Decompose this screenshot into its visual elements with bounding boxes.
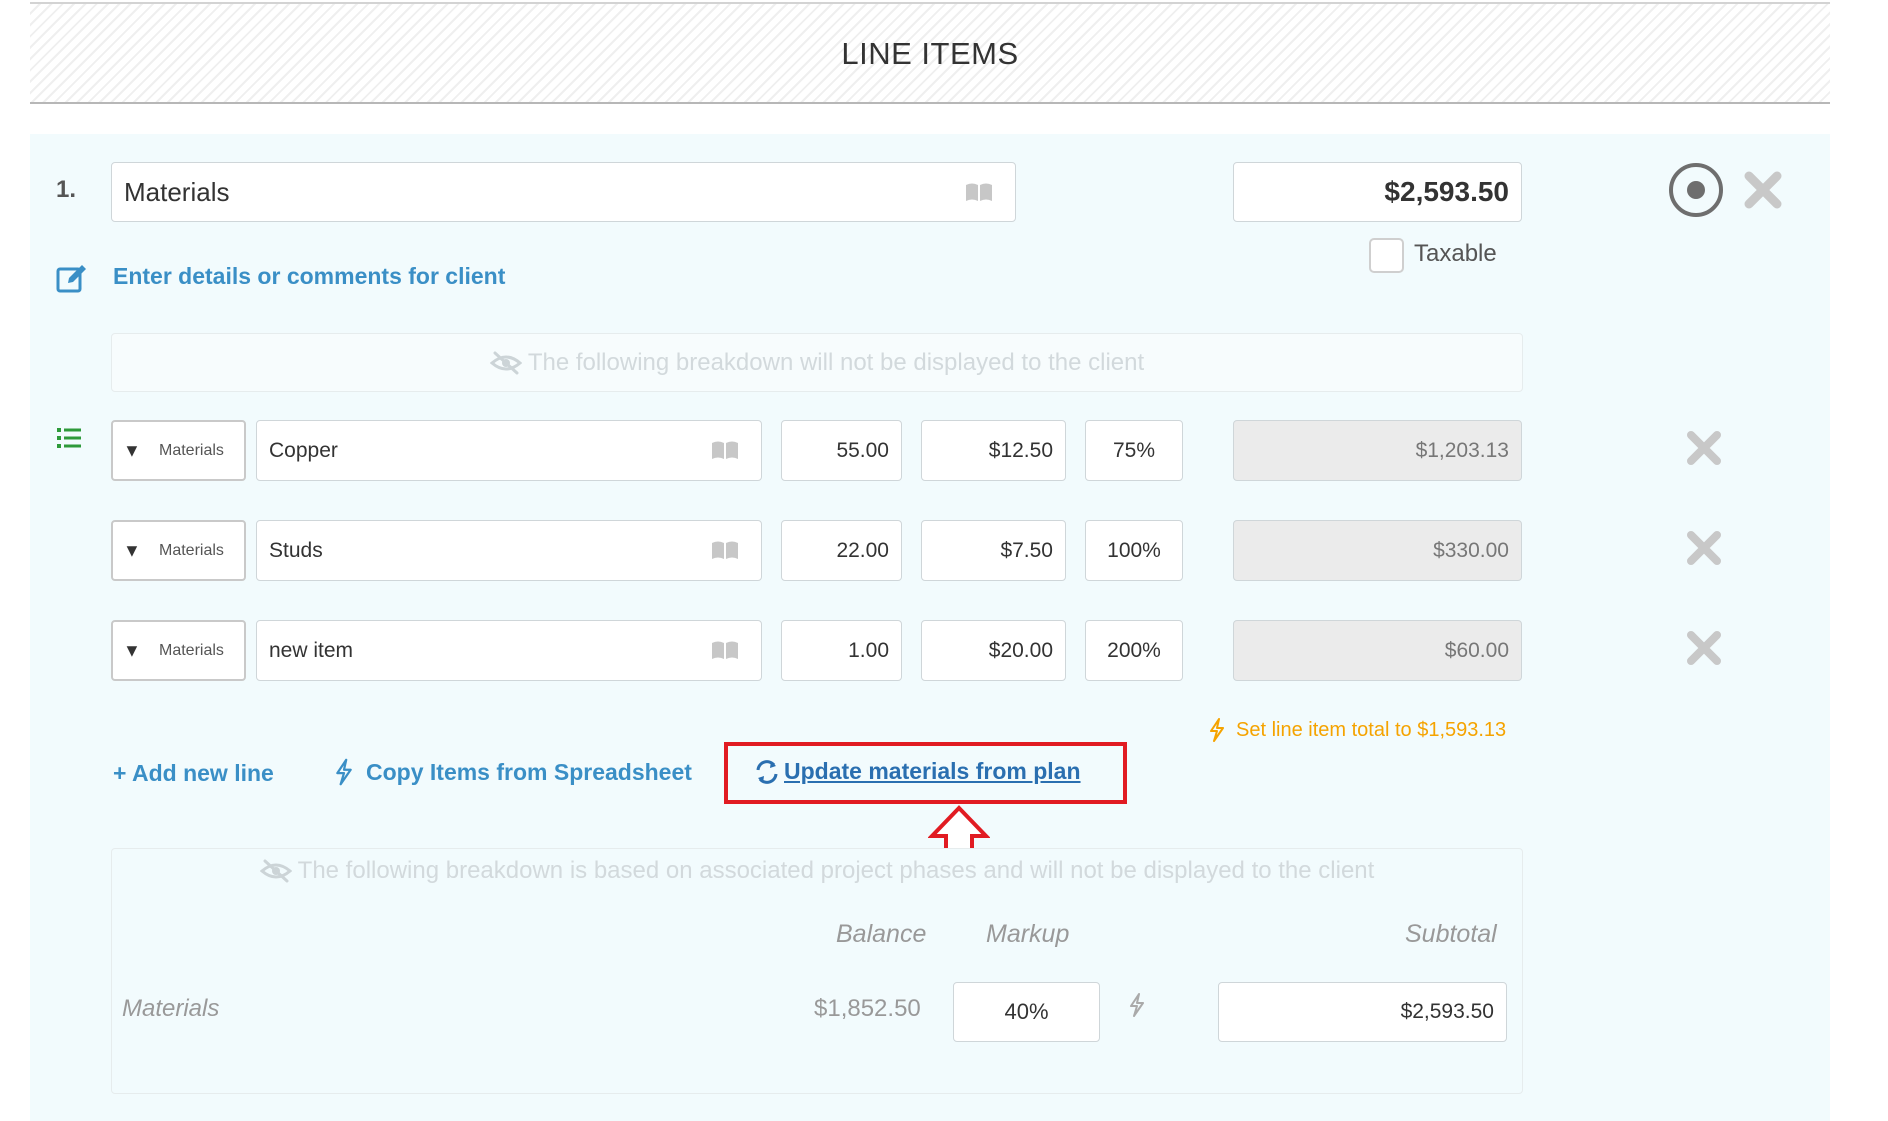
delete-line-item-icon[interactable] — [1743, 170, 1783, 210]
copy-items-link[interactable]: Copy Items from Spreadsheet — [334, 758, 692, 786]
update-materials-link[interactable]: Update materials from plan — [754, 758, 1081, 785]
unit-price-value: $20.00 — [988, 638, 1053, 662]
phase-markup-value: 40% — [1004, 999, 1049, 1024]
line-item-name-input[interactable]: Materials — [111, 162, 1016, 222]
delete-row-icon[interactable] — [1686, 630, 1722, 666]
markup-header: Markup — [986, 920, 1070, 948]
eye-slash-icon — [259, 859, 292, 883]
markup-input[interactable]: 200% — [1085, 620, 1183, 681]
section-header: LINE ITEMS — [30, 2, 1830, 104]
unit-price-input[interactable]: $7.50 — [921, 520, 1066, 581]
set-total-text: Set line item total to $1,593.13 — [1236, 718, 1507, 741]
line-item-total-value: $2,593.50 — [1384, 176, 1509, 207]
caret-down-icon: ▼ — [123, 540, 141, 560]
row-total-value: $330.00 — [1433, 538, 1509, 562]
delete-row-icon[interactable] — [1686, 430, 1722, 466]
row-total-field: $330.00 — [1233, 520, 1522, 581]
phase-markup-input[interactable]: 40% — [953, 982, 1100, 1042]
target-icon[interactable] — [1668, 162, 1724, 218]
bolt-icon — [1210, 718, 1224, 742]
section-title: LINE ITEMS — [841, 36, 1019, 71]
category-select[interactable]: ▼ Materials — [111, 520, 246, 581]
unit-price-value: $12.50 — [988, 438, 1053, 462]
caret-down-icon: ▼ — [123, 640, 141, 660]
caret-down-icon: ▼ — [123, 440, 141, 460]
unit-price-value: $7.50 — [1000, 538, 1053, 562]
list-icon — [57, 428, 81, 448]
breakdown-notice-text: The following breakdown will not be disp… — [527, 348, 1145, 376]
category-select[interactable]: ▼ Materials — [111, 620, 246, 681]
taxable-label: Taxable — [1414, 240, 1497, 267]
copy-items-text: Copy Items from Spreadsheet — [366, 758, 692, 785]
item-name-value: new item — [269, 638, 354, 662]
bolt-icon — [336, 758, 352, 786]
item-name-value: Studs — [269, 538, 323, 562]
markup-value: 200% — [1107, 638, 1161, 662]
item-name-value: Copper — [269, 438, 338, 462]
row-total-field: $60.00 — [1233, 620, 1522, 681]
bolt-icon[interactable] — [1128, 992, 1146, 1018]
quantity-value: 22.00 — [836, 538, 889, 562]
add-new-line-link[interactable]: + Add new line — [113, 760, 274, 787]
update-materials-text: Update materials from plan — [784, 758, 1081, 784]
markup-value: 75% — [1112, 438, 1156, 462]
row-total-field: $1,203.13 — [1233, 420, 1522, 481]
line-item-name-value: Materials — [124, 176, 230, 207]
taxable-checkbox[interactable] — [1369, 238, 1404, 273]
phase-notice: The following breakdown is based on asso… — [111, 857, 1523, 885]
phase-row-label: Materials — [122, 995, 220, 1022]
quantity-input[interactable]: 55.00 — [781, 420, 902, 481]
quantity-value: 55.00 — [836, 438, 889, 462]
row-total-value: $1,203.13 — [1415, 438, 1509, 462]
book-icon[interactable] — [965, 182, 993, 202]
phase-subtotal-field[interactable]: $2,593.50 — [1218, 982, 1507, 1042]
quantity-input[interactable]: 1.00 — [781, 620, 902, 681]
item-name-input[interactable]: Studs — [256, 520, 762, 581]
phase-notice-text: The following breakdown is based on asso… — [297, 857, 1375, 884]
markup-input[interactable]: 100% — [1085, 520, 1183, 581]
breakdown-notice-box: The following breakdown will not be disp… — [111, 333, 1523, 392]
book-icon[interactable] — [711, 640, 739, 660]
subtotal-header: Subtotal — [1405, 920, 1497, 948]
category-select[interactable]: ▼ Materials — [111, 420, 246, 481]
book-icon[interactable] — [711, 440, 739, 460]
refresh-icon — [756, 759, 778, 784]
item-name-input[interactable]: Copper — [256, 420, 762, 481]
set-total-link[interactable]: Set line item total to $1,593.13 — [1208, 718, 1506, 742]
quantity-input[interactable]: 22.00 — [781, 520, 902, 581]
delete-row-icon[interactable] — [1686, 530, 1722, 566]
edit-icon[interactable] — [56, 263, 88, 295]
balance-header: Balance — [836, 920, 927, 948]
phase-balance-value: $1,852.50 — [814, 995, 921, 1022]
markup-value: 100% — [1107, 538, 1161, 562]
unit-price-input[interactable]: $12.50 — [921, 420, 1066, 481]
line-item-number: 1. — [56, 176, 77, 203]
unit-price-input[interactable]: $20.00 — [921, 620, 1066, 681]
phase-subtotal-value: $2,593.50 — [1400, 1000, 1494, 1023]
quantity-value: 1.00 — [848, 638, 889, 662]
book-icon[interactable] — [711, 540, 739, 560]
line-item-total-input[interactable]: $2,593.50 — [1233, 162, 1522, 222]
eye-slash-icon — [489, 351, 522, 374]
markup-input[interactable]: 75% — [1085, 420, 1183, 481]
row-total-value: $60.00 — [1444, 638, 1509, 662]
category-value: Materials — [159, 541, 224, 559]
category-value: Materials — [159, 641, 224, 659]
details-link[interactable]: Enter details or comments for client — [113, 263, 505, 290]
category-value: Materials — [159, 441, 224, 459]
item-name-input[interactable]: new item — [256, 620, 762, 681]
